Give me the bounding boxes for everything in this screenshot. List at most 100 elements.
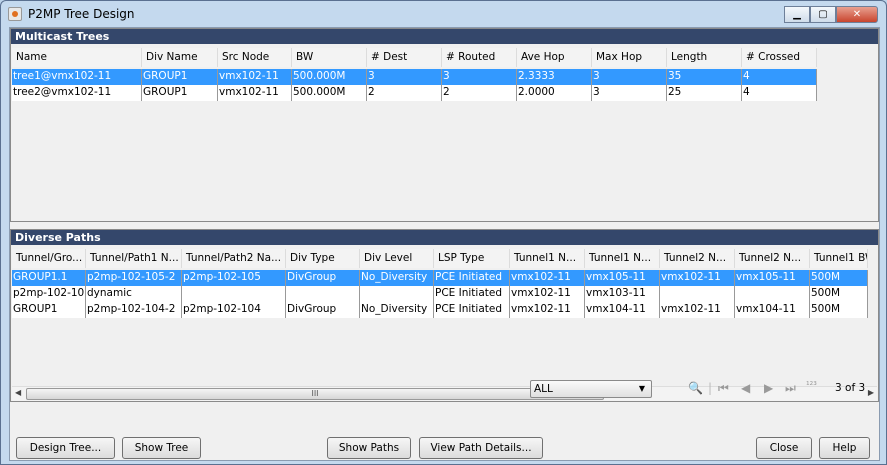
table-header: Tunnel/Gro... Tunnel/Path1 N... Tunnel/Pat… [12,249,868,268]
table-cell: vmx102-11 [510,270,585,286]
column-header[interactable]: Name [12,48,142,67]
table-row[interactable]: GROUP1.1 p2mp-102-105-2 p2mp-102-105 DivGro… [12,270,868,286]
table-cell: 3 [592,69,667,85]
column-header[interactable]: Src Node [218,48,292,67]
column-header[interactable]: Tunnel2 N... [660,249,735,268]
table-cell [360,286,434,302]
column-header[interactable]: # Crossed [742,48,817,67]
table-cell: GROUP1.1 [12,270,86,286]
help-button[interactable]: Help [819,437,870,459]
column-header[interactable]: # Dest [367,48,442,67]
table-cell: 25 [667,85,742,101]
table-cell: p2mp-102-104-2 [86,302,182,318]
table-cell: 4 [742,85,817,101]
table-cell: vmx104-11 [585,302,660,318]
table-cell: 2.0000 [517,85,592,101]
table-cell: p2mp-102-105 [182,270,286,286]
column-header[interactable]: Tunnel/Gro... [12,249,86,268]
scroll-right-arrow-icon[interactable]: ▶ [868,388,874,397]
column-header[interactable]: Tunnel1 BW [810,249,868,268]
table-header: Name Div Name Src Node BW # Dest # Routed Ave … [12,48,817,67]
table-cell: vmx102-11 [218,69,292,85]
table-cell: tree2@vmx102-11 [12,85,142,101]
column-header[interactable]: Tunnel/Path1 N... [86,249,182,268]
scroll-left-arrow-icon[interactable]: ◀ [15,388,21,397]
window-title: P2MP Tree Design [28,7,135,21]
table-cell [182,286,286,302]
panel-title: Diverse Paths [11,230,878,245]
view-path-details-button[interactable]: View Path Details... [419,437,543,459]
table-cell: p2mp-102-104 [182,302,286,318]
column-header[interactable]: Div Level [360,249,434,268]
table-cell: vmx105-11 [735,270,810,286]
filter-value: ALL [534,383,553,395]
table-cell: vmx102-11 [510,302,585,318]
column-header[interactable]: # Routed [442,48,517,67]
last-page-icon[interactable]: ⏭ [785,381,796,396]
table-cell: GROUP1 [142,69,218,85]
page-numbers-icon[interactable]: ¹²³ [806,381,817,391]
maximize-button[interactable]: ▢ [810,6,836,23]
close-button[interactable]: Close [756,437,812,459]
table-row[interactable]: GROUP1 p2mp-102-104-2 p2mp-102-104 DivGroup… [12,302,868,318]
table-cell: vmx104-11 [735,302,810,318]
table-cell: 2 [367,85,442,101]
dropdown-arrow-icon: ▼ [638,384,645,393]
design-tree-button[interactable]: Design Tree... [16,437,115,459]
table-cell: vmx102-11 [510,286,585,302]
column-header[interactable]: Ave Hop [517,48,592,67]
next-page-icon[interactable]: ▶ [764,381,773,395]
table-cell: 4 [742,69,817,85]
table-cell: tree1@vmx102-11 [12,69,142,85]
column-header[interactable]: Div Type [286,249,360,268]
previous-page-icon[interactable]: ◀ [741,381,750,395]
page-indicator: 3 of 3 [835,382,866,394]
table-cell: 500.000M [292,85,367,101]
table-cell: GROUP1 [142,85,218,101]
show-paths-button[interactable]: Show Paths [327,437,411,459]
column-header[interactable]: Max Hop [592,48,667,67]
column-header[interactable]: Tunnel/Path2 Na... [182,249,286,268]
table-row[interactable]: tree2@vmx102-11 GROUP1 vmx102-11 500.000M 2 2… [12,85,817,101]
first-page-icon[interactable]: ⏮ [718,381,729,396]
window: P2MP Tree Design ▁ ▢ ✕ Multicast Trees N… [0,0,887,465]
table-cell [660,286,735,302]
separator: | [708,381,713,395]
title-bar[interactable]: P2MP Tree Design ▁ ▢ ✕ [1,1,886,27]
table-cell: dynamic [86,286,182,302]
scroll-thumb[interactable]: III [26,388,604,400]
table-cell: 3 [592,85,667,101]
table-cell [286,286,360,302]
column-header[interactable]: Tunnel1 N... [510,249,585,268]
table-cell: p2mp-102-105-2 [86,270,182,286]
table-row[interactable]: tree1@vmx102-11 GROUP1 vmx102-11 500.000M 3 3… [12,69,817,85]
table-row[interactable]: p2mp-102-103 dynamic PCE Initiated vmx102-1… [12,286,868,302]
table-cell: PCE Initiated [434,302,510,318]
table-cell: GROUP1 [12,302,86,318]
minimize-button[interactable]: ▁ [784,6,810,23]
column-header[interactable]: LSP Type [434,249,510,268]
column-header[interactable]: Tunnel2 N... [735,249,810,268]
table-cell: 500.000M [292,69,367,85]
table-cell: vmx105-11 [585,270,660,286]
client-area: Multicast Trees Name Div Name Src Node BW # … [9,27,880,461]
panel-title: Multicast Trees [11,29,878,44]
column-header[interactable]: Length [667,48,742,67]
diverse-paths-panel: Diverse Paths Tunnel/Gro... Tunnel/Path1 … [10,229,879,402]
show-tree-button[interactable]: Show Tree [122,437,201,459]
table-cell: DivGroup [286,270,360,286]
table-cell: 500M [810,302,868,318]
table-cell: 500M [810,270,868,286]
column-header[interactable]: BW [292,48,367,67]
table-cell: vmx103-11 [585,286,660,302]
close-window-button[interactable]: ✕ [836,6,878,23]
table-cell: 3 [442,69,517,85]
filter-dropdown[interactable]: ALL ▼ [530,380,652,398]
java-app-icon [8,7,22,21]
table-cell: No_Diversity [360,302,434,318]
table-cell: 3 [367,69,442,85]
table-cell: DivGroup [286,302,360,318]
zoom-search-icon[interactable]: 🔍 [688,381,703,395]
column-header[interactable]: Tunnel1 N... [585,249,660,268]
column-header[interactable]: Div Name [142,48,218,67]
